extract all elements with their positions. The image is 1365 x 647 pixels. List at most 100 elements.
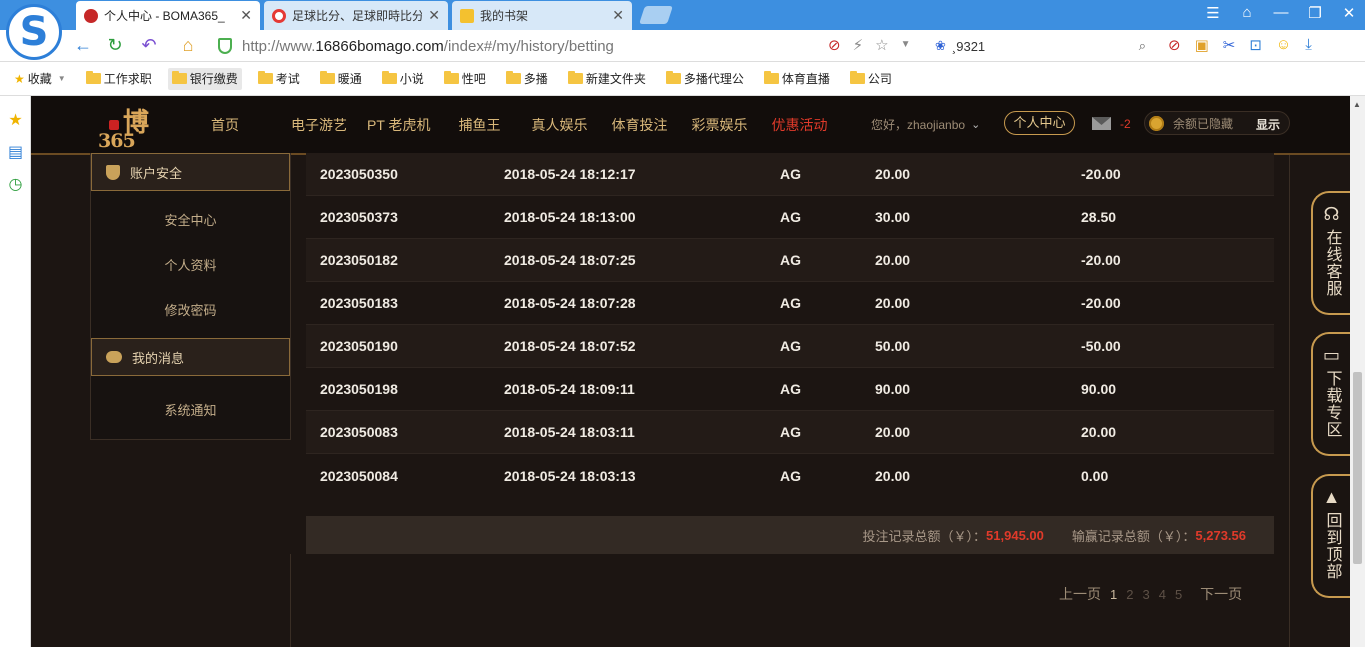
tab-bookshelf[interactable]: 我的书架 ✕ — [452, 1, 632, 30]
star-icon[interactable]: ☆ — [875, 36, 888, 54]
bookmark-favorites[interactable]: ★ 收藏 ▼ — [10, 68, 70, 90]
bookmark-folder[interactable]: 暖通 — [316, 68, 366, 90]
chevron-down-icon: ⌄ — [971, 118, 981, 131]
bookmark-folder[interactable]: 银行缴费 — [167, 67, 242, 90]
online-service-button[interactable]: ☊ 在线客服 — [1311, 191, 1350, 315]
user-greeting[interactable]: 您好，zhaojianbo ⌄ — [871, 111, 980, 137]
float-label: 下载专区 — [1323, 370, 1341, 438]
sidebar-item-security-center[interactable]: 安全中心 — [91, 210, 290, 229]
scissors-icon[interactable]: ✂ — [1223, 36, 1236, 54]
history-clock-icon[interactable]: ◷ — [7, 176, 24, 193]
page-2-button[interactable]: 2 — [1126, 587, 1133, 602]
page-5-button[interactable]: 5 — [1175, 587, 1182, 602]
home-icon[interactable]: ⌂ — [177, 35, 199, 56]
menu-item-lottery[interactable]: 彩票娱乐 — [692, 115, 748, 135]
reader-icon[interactable]: ▤ — [7, 144, 24, 161]
find-icon[interactable]: ⊡ — [1249, 36, 1262, 54]
favorites-star-icon[interactable]: ★ — [7, 112, 24, 129]
extension-icon[interactable]: ▣ — [1195, 36, 1209, 54]
bookmark-folder[interactable]: 小说 — [378, 68, 428, 90]
bookmark-folder[interactable]: 体育直播 — [760, 68, 834, 90]
block-icon[interactable]: ⊘ — [1168, 36, 1181, 54]
mail-icon[interactable] — [1092, 117, 1111, 130]
window-controls: ☰ ⌂ — ❐ ✕ — [1205, 4, 1357, 22]
page-4-button[interactable]: 4 — [1159, 587, 1166, 602]
cell-result: 20.00 — [1081, 424, 1117, 440]
browser-logo-icon[interactable]: S — [6, 4, 62, 60]
content-right-border — [1289, 155, 1290, 647]
menu-item-sports[interactable]: 体育投注 — [612, 115, 668, 135]
download-icon[interactable]: ⤓ — [1305, 36, 1312, 54]
close-window-icon[interactable]: ✕ — [1341, 4, 1357, 22]
menu-item-live[interactable]: 真人娱乐 — [532, 115, 588, 135]
tab-football-scores[interactable]: 足球比分、足球即時比分 ✕ — [264, 1, 448, 30]
bookmark-label: 多播代理公 — [683, 72, 744, 86]
search-input[interactable]: ❀ ¸9321 ⌕ — [935, 35, 1150, 57]
back-icon[interactable]: ← — [72, 35, 94, 56]
bookmark-folder[interactable]: 工作求职 — [82, 68, 156, 90]
site-viewport: 博 365 首页 电子游艺 PT 老虎机 捕鱼王 真人娱乐 体育投注 彩票娱乐 … — [31, 96, 1350, 647]
page-scrollbar[interactable]: ▲ — [1350, 96, 1365, 647]
menu-item-home[interactable]: 首页 — [211, 115, 239, 135]
show-balance-button[interactable]: 显示 — [1256, 116, 1280, 133]
sidebar-item-change-password[interactable]: 修改密码 — [91, 300, 290, 319]
lightning-icon[interactable]: ⚡ — [853, 36, 864, 54]
content-divider — [290, 554, 291, 647]
next-page-button[interactable]: 下一页 — [1200, 584, 1242, 604]
scrollbar-thumb[interactable] — [1353, 372, 1362, 564]
smile-icon[interactable]: ☺ — [1276, 36, 1291, 54]
headset-icon: ☊ — [1323, 204, 1340, 224]
tab-title: 我的书架 — [480, 9, 529, 23]
site-logo[interactable]: 博 365 — [93, 100, 185, 154]
dropdown-icon[interactable]: ▼ — [901, 36, 911, 54]
search-icon[interactable]: ⌕ — [1139, 38, 1146, 54]
restore-icon[interactable]: ❐ — [1307, 4, 1323, 22]
folder-icon — [171, 71, 187, 84]
download-zone-button[interactable]: ▭ 下载专区 — [1311, 332, 1350, 456]
bookmark-folder[interactable]: 多播 — [502, 68, 552, 90]
minimize-icon[interactable]: — — [1273, 4, 1289, 22]
win-total-label: 输赢记录总额（￥）： — [1071, 528, 1196, 544]
close-icon[interactable]: ✕ — [612, 7, 624, 24]
refresh-icon[interactable]: ↻ — [104, 35, 126, 56]
bookmark-folder[interactable]: 考试 — [254, 68, 304, 90]
bookmark-folder[interactable]: 多播代理公 — [662, 68, 748, 90]
section-my-messages[interactable]: 我的消息 — [91, 338, 290, 376]
undo-icon[interactable]: ↶ — [138, 35, 160, 56]
menu-item-promotions[interactable]: 优惠活动 — [772, 115, 828, 135]
cell-bet-amount: 20.00 — [875, 424, 911, 440]
scroll-up-icon[interactable]: ▲ — [1353, 100, 1361, 109]
greeting-text: 您好，zhaojianbo — [871, 117, 966, 132]
section-title: 账户安全 — [130, 165, 183, 181]
table-row: 2023050190 2018-05-24 18:07:52 AG 50.00 … — [306, 325, 1274, 368]
url-prefix: http://www. — [242, 37, 316, 55]
url-field[interactable]: http://www. 16866bomago.com /index#/my/h… — [218, 34, 928, 58]
sidebar-item-profile[interactable]: 个人资料 — [91, 255, 290, 274]
close-icon[interactable]: ✕ — [240, 7, 252, 24]
back-to-top-button[interactable]: ▲ 回到顶部 — [1311, 474, 1350, 598]
new-tab-button[interactable] — [639, 6, 673, 24]
skin-icon[interactable]: ⌂ — [1239, 4, 1255, 22]
cell-result: -20.00 — [1081, 166, 1121, 182]
menu-item-egames[interactable]: 电子游艺 — [291, 115, 347, 135]
page-3-button[interactable]: 3 — [1142, 587, 1149, 602]
url-path: /index#/my/history/betting — [443, 37, 614, 55]
menu-icon[interactable]: ☰ — [1205, 4, 1221, 22]
sidebar-item-system-notice[interactable]: 系统通知 — [91, 400, 290, 419]
tab-personal-center[interactable]: 个人中心 - BOMA365_ ✕ — [76, 1, 260, 30]
page-1-button[interactable]: 1 — [1110, 587, 1117, 602]
cell-bet-amount: 90.00 — [875, 381, 911, 397]
menu-item-fishing[interactable]: 捕鱼王 — [459, 115, 501, 135]
bookmark-folder[interactable]: 性吧 — [440, 68, 490, 90]
bookmark-folder[interactable]: 新建文件夹 — [564, 68, 650, 90]
bookmark-folder[interactable]: 公司 — [846, 68, 896, 90]
adblock-icon[interactable]: ⊘ — [828, 36, 841, 54]
prev-page-button[interactable]: 上一页 — [1059, 584, 1101, 604]
cell-time: 2018-05-24 18:12:17 — [504, 166, 636, 182]
menu-item-pt-slots[interactable]: PT 老虎机 — [367, 115, 431, 135]
shield-icon — [106, 164, 120, 180]
bookmark-label: 新建文件夹 — [585, 72, 646, 86]
section-account-security[interactable]: 账户安全 — [91, 153, 290, 191]
personal-center-button[interactable]: 个人中心 — [1004, 111, 1075, 135]
close-icon[interactable]: ✕ — [428, 7, 440, 24]
